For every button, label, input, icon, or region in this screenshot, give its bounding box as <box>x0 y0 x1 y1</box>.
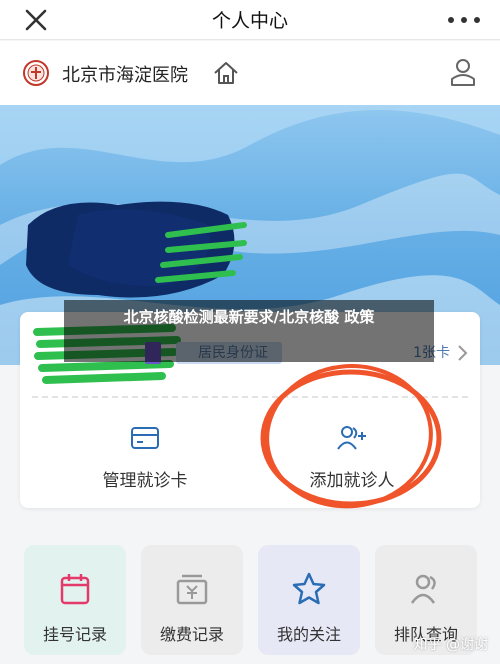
service-grid: 挂号记录 缴费记录 我的关注 排队查询 <box>20 545 480 655</box>
manage-card-button[interactable]: 管理就诊卡 <box>45 424 245 491</box>
tile-label: 缴费记录 <box>159 625 224 644</box>
page-title: 个人中心 <box>211 10 288 32</box>
payment-icon <box>176 574 208 605</box>
hospital-header: 北京市海淀医院 <box>0 41 500 105</box>
card-icon <box>131 427 159 449</box>
red-circle-annotation <box>260 364 442 509</box>
tile-payment-records[interactable]: 缴费记录 <box>141 545 243 655</box>
star-icon <box>292 572 326 605</box>
headline-overlay: 北京核酸检测最新要求/北京核酸 政策 <box>64 300 434 362</box>
manage-card-label: 管理就诊卡 <box>102 471 188 491</box>
more-icon[interactable] <box>446 10 482 30</box>
chevron-right-icon[interactable] <box>456 342 470 364</box>
queue-icon <box>410 574 436 604</box>
hospital-name: 北京市海淀医院 <box>62 65 188 86</box>
top-nav-bar: 个人中心 <box>0 0 500 40</box>
tile-label: 我的关注 <box>276 625 341 644</box>
source-watermark: 知乎 @谢谢 <box>413 637 488 653</box>
calendar-icon <box>60 574 90 605</box>
tile-my-follows[interactable]: 我的关注 <box>258 545 360 655</box>
tile-label: 挂号记录 <box>42 625 107 644</box>
tile-registration-records[interactable]: 挂号记录 <box>24 545 126 655</box>
home-icon[interactable] <box>212 59 240 87</box>
hospital-logo-icon <box>23 60 49 86</box>
user-icon[interactable] <box>450 57 476 87</box>
redacted-avatar-scribble <box>26 201 247 298</box>
